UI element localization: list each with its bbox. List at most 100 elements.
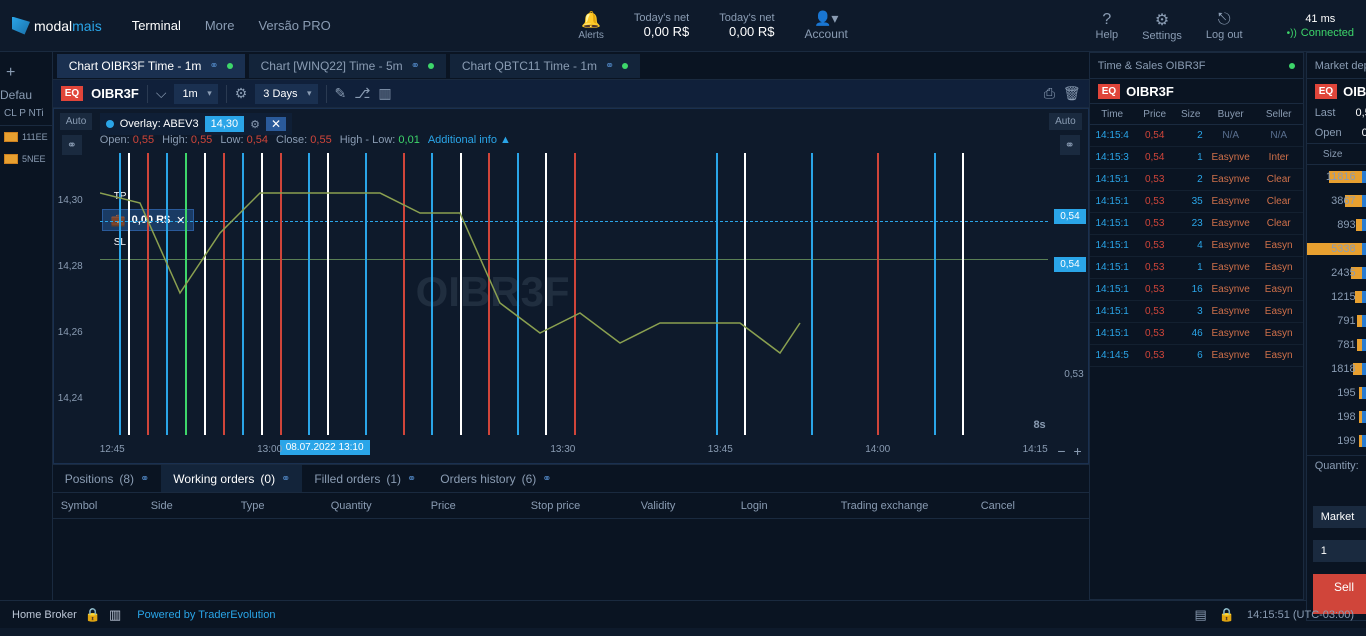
logo-text: modalmais <box>34 18 102 34</box>
link-icon[interactable]: ⚭ <box>62 135 82 155</box>
lock-icon[interactable]: 🔒 <box>1219 607 1235 623</box>
menu-pro[interactable]: Versão PRO <box>258 18 330 33</box>
chart-tab[interactable]: Chart OIBR3F Time - 1m⚭ <box>57 54 245 78</box>
tab-filled-orders[interactable]: Filled orders (1)⚭ <box>302 465 428 492</box>
alerts-button[interactable]: 🔔 Alerts <box>578 10 604 41</box>
basket-icon[interactable]: 🗑 <box>1063 85 1081 102</box>
orders-col-header[interactable]: Price <box>431 500 531 512</box>
powered-by-link[interactable]: Powered by TraderEvolution <box>137 609 275 621</box>
chart-tab[interactable]: Chart QBTC11 Time - 1m⚭ <box>450 54 640 78</box>
pencil-icon[interactable]: ✎ <box>335 85 347 102</box>
link-icon[interactable]: ⚭ <box>542 472 551 485</box>
settings-icon[interactable]: ⚙ <box>235 85 248 102</box>
logout-icon: ⎋ <box>1206 11 1243 29</box>
ts-row[interactable]: 14:15:10,5316EasynveEasyn <box>1090 279 1303 301</box>
news-icon[interactable]: ▤ <box>1195 607 1207 623</box>
template-icon[interactable]: ▥ <box>378 85 391 102</box>
link-icon[interactable]: ⚭ <box>407 472 416 485</box>
depth-row[interactable]: 1990,420,65950 <box>1307 429 1366 453</box>
depth-row[interactable]: 7810,460,611358 <box>1307 333 1366 357</box>
range-dropdown[interactable]: 3 Days <box>255 84 317 104</box>
logout-button[interactable]: ⎋Log out <box>1206 11 1243 41</box>
auto-scale-left[interactable]: Auto <box>60 113 93 130</box>
chart-tab[interactable]: Chart [WINQ22] Time - 5m⚭ <box>249 54 446 78</box>
ts-row[interactable]: 14:15:10,532EasynveClear <box>1090 169 1303 191</box>
help-button[interactable]: ?Help <box>1096 11 1119 41</box>
capture-icon[interactable]: ⎙ <box>1044 85 1055 102</box>
ts-row[interactable]: 14:15:10,5335EasynveClear <box>1090 191 1303 213</box>
lock-icon[interactable]: 🔒 <box>85 607 101 623</box>
chart-type-icon[interactable]: ⌵ <box>156 85 167 102</box>
ts-row[interactable]: 14:15:10,533EasynveEasyn <box>1090 301 1303 323</box>
timeframe-dropdown[interactable]: 1m <box>174 84 217 104</box>
bar-countdown: 8s <box>1033 419 1045 431</box>
auto-scale-right[interactable]: Auto <box>1049 113 1082 130</box>
watchlist-item[interactable]: 5NEE <box>0 148 52 170</box>
depth-row[interactable]: 38670,520,5517690 <box>1307 189 1366 213</box>
panel-header: Market depth OIBR3F <box>1307 53 1366 79</box>
link-icon[interactable]: ⚭ <box>1060 135 1080 155</box>
symbol-name[interactable]: OIBR3F <box>91 86 139 101</box>
depth-row[interactable]: 24350,490,58958 <box>1307 261 1366 285</box>
logo-icon <box>12 17 30 35</box>
depth-row[interactable]: 18180,450,62607 <box>1307 357 1366 381</box>
topbar-center: 🔔 Alerts Today's net 0,00 R$ Today's net… <box>331 10 1096 41</box>
chart-icon <box>4 132 18 142</box>
depth-row[interactable]: 7910,470,601064 <box>1307 309 1366 333</box>
link-icon[interactable]: ⚭ <box>411 59 420 72</box>
chart-icon <box>4 154 18 164</box>
orders-col-header[interactable]: Trading exchange <box>841 500 981 512</box>
status-dot-icon <box>622 63 628 69</box>
ts-row[interactable]: 14:15:10,5346EasynveEasyn <box>1090 323 1303 345</box>
gear-icon[interactable]: ⚙ <box>250 118 260 131</box>
depth-row[interactable]: 1950,440,63266 <box>1307 381 1366 405</box>
orders-col-header[interactable]: Validity <box>641 500 741 512</box>
close-overlay-button[interactable]: ✕ <box>266 117 286 131</box>
ts-row[interactable]: 14:15:40,542N/AN/A <box>1090 125 1303 147</box>
orders-col-header[interactable]: Cancel <box>981 500 1081 512</box>
ts-row[interactable]: 14:14:50,536EasynveEasyn <box>1090 345 1303 367</box>
orders-col-header[interactable]: Quantity <box>331 500 431 512</box>
link-icon[interactable]: ⚭ <box>281 472 290 485</box>
add-workspace-button[interactable]: + <box>6 64 26 84</box>
chart-canvas[interactable]: Auto ⚭ Auto ⚭ Overlay: ABEV3 14,30 ⚙ ✕ O… <box>53 108 1089 464</box>
layout-icon[interactable]: ▥ <box>109 607 121 623</box>
indicator-icon[interactable]: ⎇ <box>354 85 370 102</box>
symbol-selector[interactable]: EQ OIBR3F <box>1307 79 1366 103</box>
depth-row[interactable]: 53380,500,571522 <box>1307 237 1366 261</box>
link-icon[interactable]: ⚭ <box>209 59 218 72</box>
tab-positions[interactable]: Positions (8)⚭ <box>53 465 162 492</box>
depth-row[interactable]: 8930,510,562108 <box>1307 213 1366 237</box>
tab-orders-history[interactable]: Orders history (6)⚭ <box>428 465 563 492</box>
symbol-selector[interactable]: EQ OIBR3F <box>1090 79 1303 103</box>
additional-info-toggle[interactable]: Additional info ▲ <box>428 134 511 146</box>
ts-row[interactable]: 14:15:10,5323EasynveClear <box>1090 213 1303 235</box>
settings-button[interactable]: ⚙Settings <box>1142 10 1182 42</box>
orders-col-header[interactable]: Symbol <box>61 500 151 512</box>
market-depth-panel: Market depth OIBR3F EQ OIBR3F Last 0,54 … <box>1306 52 1366 621</box>
depth-row[interactable]: 1980,430,64466 <box>1307 405 1366 429</box>
link-icon[interactable]: ⚭ <box>605 59 614 72</box>
logo: modalmais <box>12 17 102 35</box>
orders-col-header[interactable]: Type <box>241 500 331 512</box>
tab-working-orders[interactable]: Working orders (0)⚭ <box>161 465 302 492</box>
depth-row[interactable]: 12150,480,59755 <box>1307 285 1366 309</box>
menu-more[interactable]: More <box>205 18 235 33</box>
zoom-out-button[interactable]: − <box>1057 443 1065 459</box>
orders-col-header[interactable]: Login <box>741 500 841 512</box>
workspace-default[interactable]: Defau <box>0 88 32 102</box>
menu-terminal[interactable]: Terminal <box>132 18 181 33</box>
zoom-in-button[interactable]: + <box>1074 443 1082 459</box>
ts-row[interactable]: 14:15:10,531EasynveEasyn <box>1090 257 1303 279</box>
order-type-select[interactable]: Market <box>1313 506 1366 528</box>
depth-row[interactable]: 118160,530,541103 <box>1307 165 1366 189</box>
ts-row[interactable]: 14:15:10,534EasynveEasyn <box>1090 235 1303 257</box>
watchlist-item[interactable]: 111EE <box>0 126 52 148</box>
link-icon[interactable]: ⚭ <box>140 472 149 485</box>
qty-input[interactable]: 1 <box>1313 540 1366 562</box>
ts-row[interactable]: 14:15:30,541EasynveInter <box>1090 147 1303 169</box>
md-order-controls: Market Day <box>1307 500 1366 534</box>
orders-col-header[interactable]: Side <box>151 500 241 512</box>
orders-col-header[interactable]: Stop price <box>531 500 641 512</box>
account-button[interactable]: 👤▾ Account <box>805 10 848 41</box>
